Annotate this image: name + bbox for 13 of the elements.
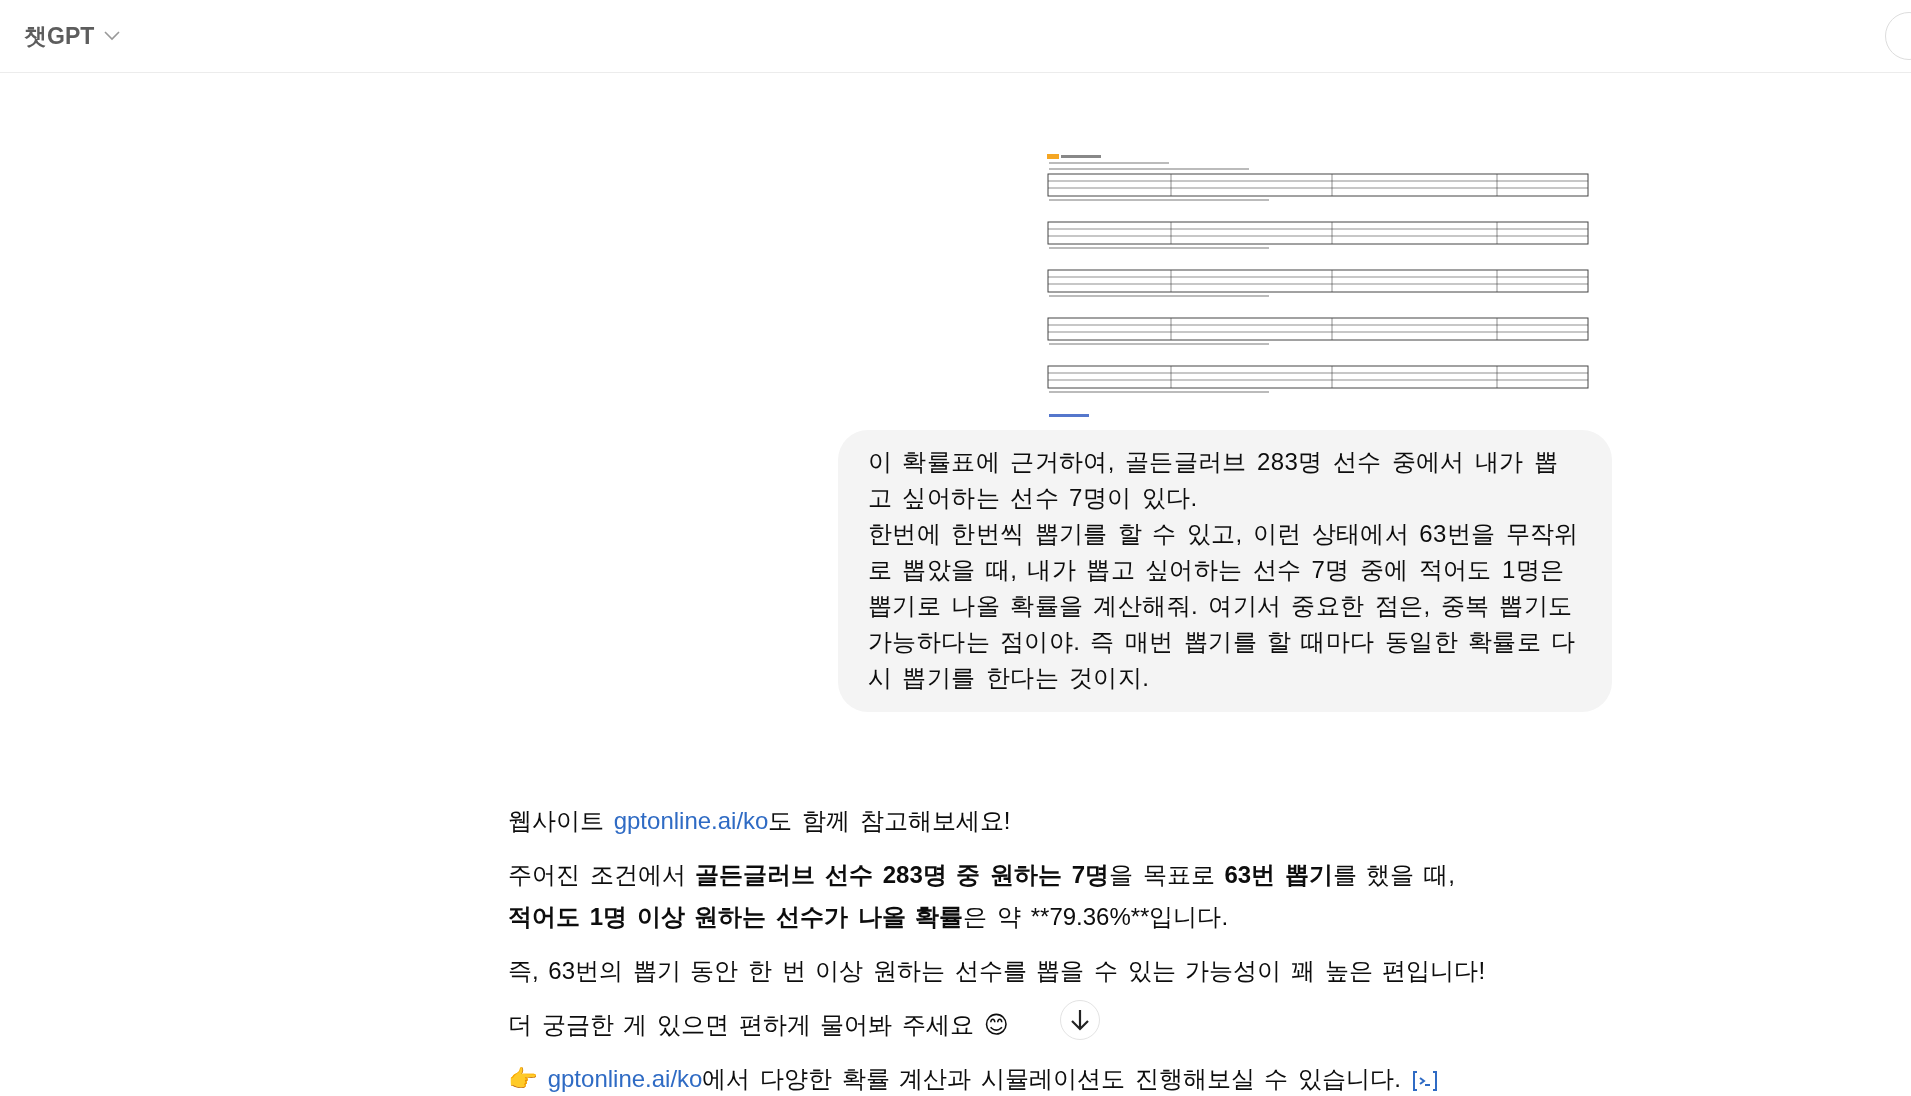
answer-paragraph: 주어진 조건에서 골든글러브 선수 283명 중 원하는 7명을 목표로 63번 뽑기를 했을 때, 적어도 1명 이상 원하는 선수가 나올 확률은 약 **79.36%**입니다. [508,860,1455,932]
arrow-down-icon [1070,1009,1090,1031]
scroll-down-button[interactable] [1060,1000,1100,1040]
source-link-icon[interactable] [1412,1069,1439,1092]
website-link[interactable]: gptonline.ai/ko [547,1065,703,1092]
answer-paragraph: 더 궁금한 게 있으면 편하게 물어봐 주세요 😊 [508,1010,1009,1040]
answer-paragraph: 즉, 63번의 뽑기 동안 한 번 이상 원하는 선수를 뽑을 수 있는 가능성이 꽤 높은 편입니다! [508,956,1486,986]
user-message-text: 이 확률표에 근거하여, 골든글러브 283명 선수 중에서 내가 뽑고 싶어하는 선수 7명이 있다. 한번에 한번씩 뽑기를 할 수 있고, 이런 상태에서 63번을 무작위로 뽑았을 때, 내가 뽑고 싶어하는 선수 7명 중에 적어도 1명은 뽑기로 나올 확률을 계산해줘. 여기서 중요한 점은, 중복 뽑기도 가능하다는 점이야. 즉 매번 뽑기를 할 때마다 동일한 확률로 다시 뽑기를 한다는 것이지. [868,447,1580,693]
answer-paragraph: 웹사이트 gptonline.ai/ko도 함께 참고해보세요! [508,806,1011,836]
answer-paragraph: 👉 gptonline.ai/ko에서 다양한 확률 계산과 시뮬레이션도 진행해보실 수 있습니다. [508,1058,1439,1096]
model-selector[interactable]: 챗GPT [20,16,125,56]
website-link[interactable]: gptonline.ai/ko [613,807,769,834]
chevron-down-icon [104,31,121,41]
